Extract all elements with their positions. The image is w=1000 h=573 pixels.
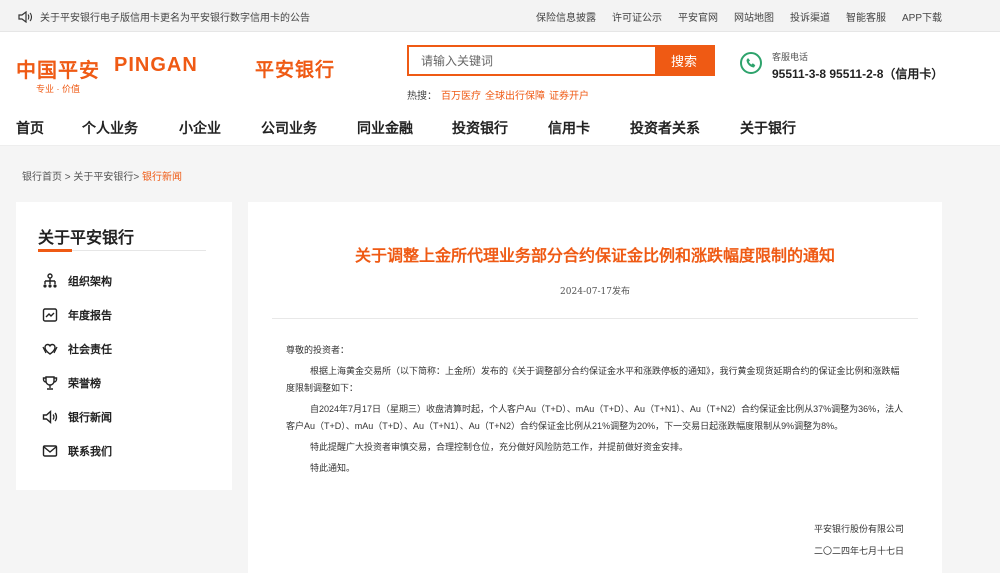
- logo-pingan-en[interactable]: PINGAN: [114, 54, 198, 77]
- hot-search: 热搜： 百万医疗 全球出行保障 证券开户: [407, 87, 589, 102]
- notice-link[interactable]: 关于平安银行电子版信用卡更名为平安银行数字信用卡的公告: [18, 9, 310, 24]
- article-signature: 平安银行股份有限公司: [813, 524, 904, 534]
- breadcrumb-separator: >: [133, 172, 140, 183]
- hot-search-item[interactable]: 百万医疗: [441, 91, 481, 102]
- customer-service: 客服电话 95511-3-8 95511-2-8（信用卡）: [740, 50, 943, 82]
- nav-item-credit-card[interactable]: 信用卡: [548, 118, 590, 138]
- mail-icon: [42, 443, 58, 459]
- article-date: 2024-07-17发布: [560, 287, 630, 297]
- sidebar-item-label: 荣誉榜: [68, 378, 101, 390]
- top-link-app-download[interactable]: APP下载: [902, 9, 942, 24]
- sidebar-title: 关于平安银行: [38, 230, 135, 247]
- sidebar-divider: [38, 249, 206, 252]
- article-title: 关于调整上金所代理业务部分合约保证金比例和涨跌幅度限制的通知: [354, 248, 835, 265]
- search-box: 搜索: [407, 45, 715, 76]
- top-links: 保险信息披露 许可证公示 平安官网 网站地图 投诉渠道 智能客服 APP下载: [520, 9, 942, 24]
- breadcrumb-parent[interactable]: 关于平安银行: [73, 172, 133, 183]
- hot-search-label: 热搜：: [407, 91, 437, 102]
- top-link-official-site[interactable]: 平安官网: [678, 9, 718, 24]
- nav-item-investor-relations[interactable]: 投资者关系: [630, 118, 700, 138]
- breadcrumb: 银行首页 > 关于平安银行> 银行新闻: [22, 168, 182, 183]
- sidebar-item-contact-us[interactable]: 联系我们: [42, 443, 112, 459]
- article-sign-date: 二〇二四年七月十七日: [813, 546, 904, 556]
- top-link-complaint[interactable]: 投诉渠道: [790, 9, 830, 24]
- breadcrumb-home[interactable]: 银行首页: [22, 172, 62, 183]
- service-numbers: 95511-3-8 95511-2-8（信用卡）: [772, 67, 944, 81]
- hot-search-item[interactable]: 证券开户: [549, 91, 589, 102]
- org-chart-icon: [42, 273, 58, 289]
- article-paragraph: 特此提醒广大投资者审慎交易，合理控制仓位，充分做好风险防范工作，并提前做好资金安…: [310, 442, 689, 452]
- nav-item-small-business[interactable]: 小企业: [179, 118, 221, 138]
- nav-item-corporate[interactable]: 公司业务: [261, 118, 317, 138]
- phone-icon: [740, 52, 762, 74]
- top-link-insurance-disclosure[interactable]: 保险信息披露: [536, 9, 596, 24]
- logo-slogan: 专业 · 价值: [36, 84, 80, 94]
- sidebar: 关于平安银行 组织架构 年度报告 社会责任 荣誉榜 银行新闻 联系我们: [16, 202, 232, 490]
- top-link-sitemap[interactable]: 网站地图: [734, 9, 774, 24]
- sidebar-item-org-structure[interactable]: 组织架构: [42, 273, 112, 289]
- top-link-license[interactable]: 许可证公示: [612, 9, 662, 24]
- main-nav: 首页 个人业务 小企业 公司业务 同业金融 投资银行 信用卡 投资者关系 关于银…: [0, 106, 1000, 146]
- sidebar-item-honors[interactable]: 荣誉榜: [42, 375, 101, 391]
- sidebar-item-label: 组织架构: [68, 276, 112, 288]
- logo-pingan-bank[interactable]: 平安银行: [255, 55, 335, 82]
- service-label: 客服电话: [772, 52, 809, 62]
- notice-text: 关于平安银行电子版信用卡更名为平安银行数字信用卡的公告: [40, 13, 310, 24]
- hot-search-item[interactable]: 全球出行保障: [485, 91, 545, 102]
- search-button[interactable]: 搜索: [655, 47, 713, 74]
- article-paragraph: 特此通知。: [310, 463, 356, 473]
- article-paragraph: 自2024年7月17日（星期三）收盘清算时起，个人客户Au（T+D）、mAu（T…: [286, 404, 904, 431]
- sidebar-item-label: 年度报告: [68, 310, 112, 322]
- speaker-icon: [18, 10, 32, 23]
- sidebar-item-label: 银行新闻: [68, 412, 112, 424]
- sidebar-item-bank-news[interactable]: 银行新闻: [42, 409, 112, 425]
- nav-item-interbank[interactable]: 同业金融: [357, 118, 413, 138]
- heart-hands-icon: [42, 341, 58, 357]
- breadcrumb-separator: >: [64, 172, 71, 183]
- search-input[interactable]: [409, 47, 655, 74]
- sidebar-item-annual-report[interactable]: 年度报告: [42, 307, 112, 323]
- article-panel: 关于调整上金所代理业务部分合约保证金比例和涨跌幅度限制的通知 2024-07-1…: [248, 202, 942, 573]
- logo-pingan-cn[interactable]: 中国平安: [16, 54, 100, 83]
- sidebar-item-label: 社会责任: [68, 344, 112, 356]
- article-greeting: 尊敬的投资者：: [286, 345, 350, 355]
- sidebar-item-social-responsibility[interactable]: 社会责任: [42, 341, 112, 357]
- nav-item-personal[interactable]: 个人业务: [82, 118, 138, 138]
- header: 中国平安 PINGAN 专业 · 价值 平安银行 搜索 热搜： 百万医疗全球出行保…: [0, 32, 1000, 106]
- article-divider: [272, 318, 918, 319]
- top-bar: 关于平安银行电子版信用卡更名为平安银行数字信用卡的公告 保险信息披露 许可证公示…: [0, 0, 1000, 32]
- article-paragraph: 根据上海黄金交易所（以下简称：上金所）发布的《关于调整部分合约保证金水平和涨跌停…: [286, 366, 900, 393]
- report-chart-icon: [42, 307, 58, 323]
- trophy-icon: [42, 375, 58, 391]
- sidebar-item-label: 联系我们: [68, 446, 112, 458]
- nav-item-about[interactable]: 关于银行: [740, 118, 796, 138]
- speaker-icon: [42, 409, 58, 425]
- nav-item-home[interactable]: 首页: [16, 118, 44, 138]
- nav-item-investment-banking[interactable]: 投资银行: [452, 118, 508, 138]
- article-body: 尊敬的投资者： 根据上海黄金交易所（以下简称：上金所）发布的《关于调整部分合约保…: [286, 342, 906, 481]
- breadcrumb-current: 银行新闻: [142, 172, 183, 183]
- top-link-smart-service[interactable]: 智能客服: [846, 9, 886, 24]
